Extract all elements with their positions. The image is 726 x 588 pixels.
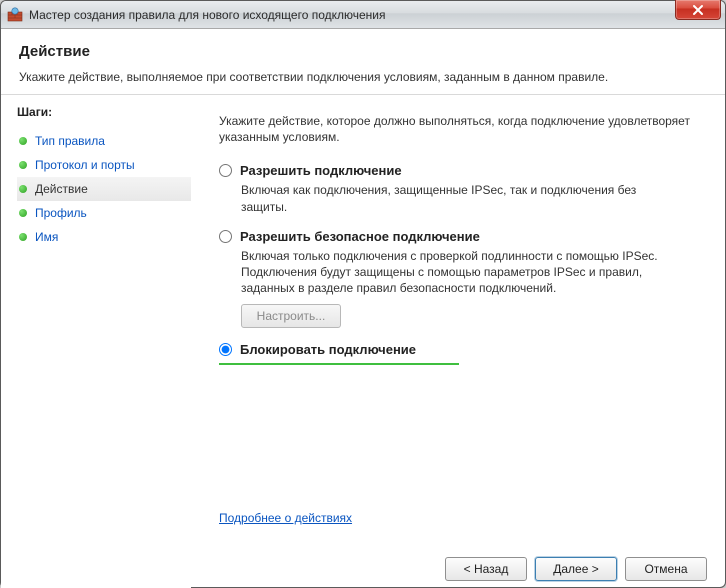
step-bullet-icon bbox=[19, 137, 27, 145]
option-description: Включая как подключения, защищенные IPSe… bbox=[241, 182, 681, 214]
step-item[interactable]: Действие bbox=[17, 177, 191, 201]
step-label: Профиль bbox=[35, 206, 87, 220]
option-description: Включая только подключения с проверкой п… bbox=[241, 248, 681, 297]
next-button[interactable]: Далее > bbox=[535, 557, 617, 581]
steps-sidebar: Шаги: Тип правила Протокол и порты Действи… bbox=[1, 95, 191, 588]
firewall-app-icon bbox=[7, 7, 23, 23]
action-option: Разрешить безопасное подключение Включая … bbox=[219, 229, 701, 329]
action-option: Разрешить подключение Включая как подключ… bbox=[219, 163, 701, 214]
page-subtitle: Укажите действие, выполняемое при соотве… bbox=[19, 70, 707, 84]
titlebar: Мастер создания правила для нового исход… bbox=[1, 1, 725, 29]
option-radio[interactable] bbox=[219, 230, 232, 243]
option-radio[interactable] bbox=[219, 343, 232, 356]
option-title: Разрешить подключение bbox=[240, 163, 402, 178]
step-item[interactable]: Тип правила bbox=[17, 129, 191, 153]
window-title: Мастер создания правила для нового исход… bbox=[29, 8, 386, 22]
step-item[interactable]: Протокол и порты bbox=[17, 153, 191, 177]
page-header: Действие Укажите действие, выполняемое п… bbox=[1, 29, 725, 95]
close-icon bbox=[692, 4, 704, 16]
option-row[interactable]: Разрешить подключение bbox=[219, 163, 701, 178]
steps-title: Шаги: bbox=[17, 105, 191, 119]
body: Шаги: Тип правила Протокол и порты Действи… bbox=[1, 95, 725, 588]
instruction-text: Укажите действие, которое должно выполня… bbox=[219, 113, 701, 145]
step-bullet-icon bbox=[19, 233, 27, 241]
step-label: Протокол и порты bbox=[35, 158, 135, 172]
step-item[interactable]: Имя bbox=[17, 225, 191, 249]
step-label: Действие bbox=[35, 182, 88, 196]
step-bullet-icon bbox=[19, 209, 27, 217]
content-pane: Укажите действие, которое должно выполня… bbox=[191, 95, 725, 588]
step-bullet-icon bbox=[19, 185, 27, 193]
option-title: Разрешить безопасное подключение bbox=[240, 229, 480, 244]
learn-more-link[interactable]: Подробнее о действиях bbox=[219, 511, 352, 525]
option-radio[interactable] bbox=[219, 164, 232, 177]
option-title: Блокировать подключение bbox=[240, 342, 416, 357]
step-bullet-icon bbox=[19, 161, 27, 169]
close-button[interactable] bbox=[675, 0, 721, 20]
page-title: Действие bbox=[19, 43, 707, 60]
step-item[interactable]: Профиль bbox=[17, 201, 191, 225]
option-row[interactable]: Блокировать подключение bbox=[219, 342, 459, 357]
action-option: Блокировать подключение bbox=[219, 342, 459, 365]
step-label: Тип правила bbox=[35, 134, 105, 148]
cancel-button[interactable]: Отмена bbox=[625, 557, 707, 581]
option-row[interactable]: Разрешить безопасное подключение bbox=[219, 229, 701, 244]
footer-buttons: < Назад Далее > Отмена bbox=[445, 557, 707, 581]
wizard-window: Мастер создания правила для нового исход… bbox=[0, 0, 726, 588]
step-label: Имя bbox=[35, 230, 58, 244]
configure-button: Настроить... bbox=[241, 304, 341, 328]
back-button[interactable]: < Назад bbox=[445, 557, 527, 581]
